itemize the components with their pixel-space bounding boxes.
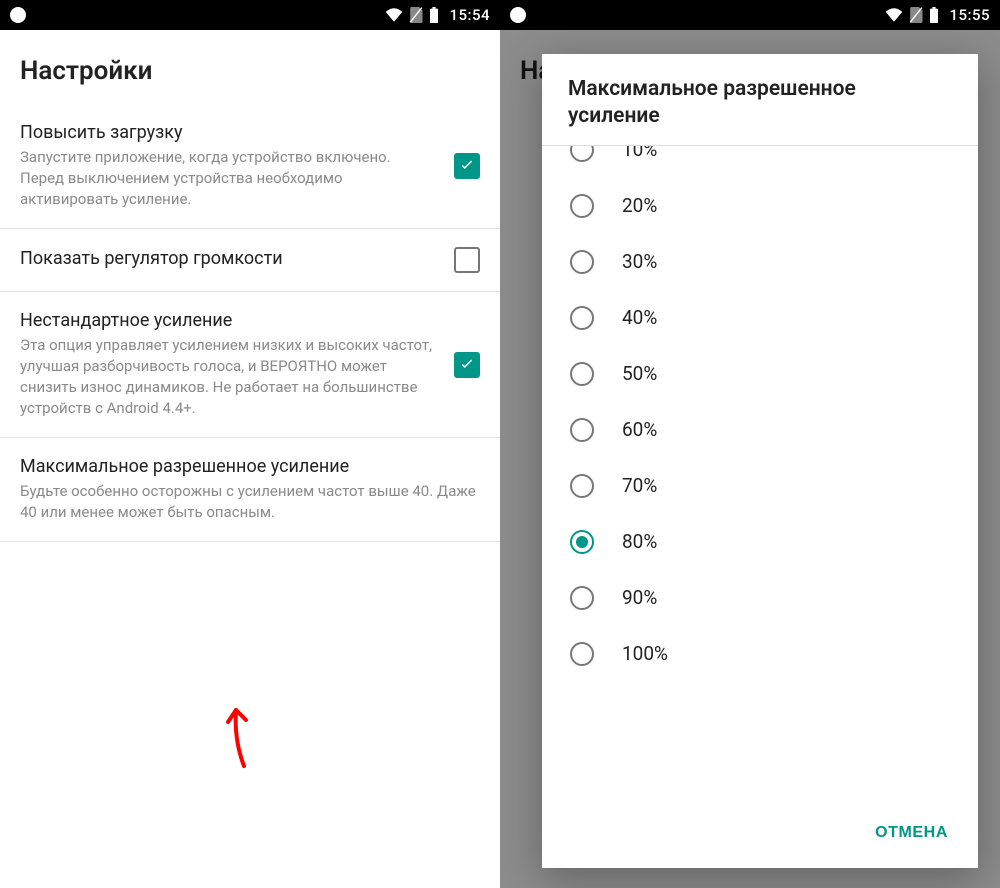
- no-sim-icon: [409, 7, 423, 23]
- radio-icon[interactable]: [570, 530, 594, 554]
- checkbox-show-volume-control[interactable]: [454, 247, 480, 273]
- setting-desc: Будьте особенно осторожны с усилением ча…: [20, 481, 480, 523]
- checkbox-nonstandard-gain[interactable]: [454, 352, 480, 378]
- setting-nonstandard-gain[interactable]: Нестандартное усиление Эта опция управля…: [0, 292, 500, 438]
- radio-label: 20%: [622, 194, 657, 217]
- radio-icon[interactable]: [570, 306, 594, 330]
- radio-label: 70%: [622, 474, 657, 497]
- radio-label: 100%: [622, 642, 668, 665]
- radio-option-100[interactable]: 100%: [552, 626, 968, 682]
- status-camera-dot: [10, 7, 26, 23]
- dialog-max-gain: Максимальное разрешенное усиление 10% 20…: [542, 54, 978, 868]
- dialog-actions: ОТМЕНА: [542, 802, 978, 868]
- radio-icon[interactable]: [570, 146, 594, 162]
- battery-icon: [929, 7, 939, 23]
- status-clock: 15:54: [449, 6, 490, 24]
- radio-label: 10%: [622, 146, 657, 162]
- wifi-icon: [385, 8, 403, 22]
- cancel-button[interactable]: ОТМЕНА: [863, 816, 960, 850]
- radio-option-80[interactable]: 80%: [552, 514, 968, 570]
- status-bar: 15:54: [0, 0, 500, 30]
- radio-label: 60%: [622, 418, 657, 441]
- setting-desc: Эта опция управляет усилением низких и в…: [20, 335, 438, 419]
- status-icons: 15:55: [885, 6, 990, 24]
- radio-option-40[interactable]: 40%: [552, 290, 968, 346]
- radio-icon[interactable]: [570, 194, 594, 218]
- radio-label: 80%: [622, 530, 657, 553]
- radio-option-20[interactable]: 20%: [552, 178, 968, 234]
- radio-option-50[interactable]: 50%: [552, 346, 968, 402]
- settings-list: Повысить загрузку Запустите приложение, …: [0, 104, 500, 888]
- setting-max-allowed-gain[interactable]: Максимальное разрешенное усиление Будьте…: [0, 438, 500, 542]
- status-bar: 15:55: [500, 0, 1000, 30]
- checkbox-boost-on-boot[interactable]: [454, 153, 480, 179]
- no-sim-icon: [909, 7, 923, 23]
- radio-option-30[interactable]: 30%: [552, 234, 968, 290]
- wifi-icon: [885, 8, 903, 22]
- setting-desc: Запустите приложение, когда устройство в…: [20, 147, 438, 210]
- radio-icon[interactable]: [570, 362, 594, 386]
- radio-icon[interactable]: [570, 642, 594, 666]
- status-clock: 15:55: [949, 6, 990, 24]
- radio-list[interactable]: 10% 20% 30% 40% 50% 60%: [542, 146, 978, 802]
- radio-label: 40%: [622, 306, 657, 329]
- radio-icon[interactable]: [570, 418, 594, 442]
- radio-label: 50%: [622, 362, 657, 385]
- page-title: Настройки: [0, 30, 500, 104]
- radio-option-90[interactable]: 90%: [552, 570, 968, 626]
- screen-right-dialog: 15:55 Настройки Максимальное разрешенное…: [500, 0, 1000, 888]
- status-camera-dot: [510, 7, 526, 23]
- radio-label: 90%: [622, 586, 657, 609]
- radio-option-60[interactable]: 60%: [552, 402, 968, 458]
- screen-left-settings: 15:54 Настройки Повысить загрузку Запуст…: [0, 0, 500, 888]
- setting-title: Повысить загрузку: [20, 122, 438, 143]
- setting-title: Максимальное разрешенное усиление: [20, 456, 480, 477]
- radio-icon[interactable]: [570, 250, 594, 274]
- radio-icon[interactable]: [570, 586, 594, 610]
- setting-show-volume-control[interactable]: Показать регулятор громкости: [0, 229, 500, 292]
- radio-option-10[interactable]: 10%: [552, 146, 968, 178]
- setting-title: Нестандартное усиление: [20, 310, 438, 331]
- dialog-title: Максимальное разрешенное усиление: [542, 54, 978, 145]
- setting-title: Показать регулятор громкости: [20, 248, 438, 269]
- radio-icon[interactable]: [570, 474, 594, 498]
- radio-option-70[interactable]: 70%: [552, 458, 968, 514]
- status-icons: 15:54: [385, 6, 490, 24]
- radio-label: 30%: [622, 250, 657, 273]
- battery-icon: [429, 7, 439, 23]
- setting-boost-on-boot[interactable]: Повысить загрузку Запустите приложение, …: [0, 104, 500, 229]
